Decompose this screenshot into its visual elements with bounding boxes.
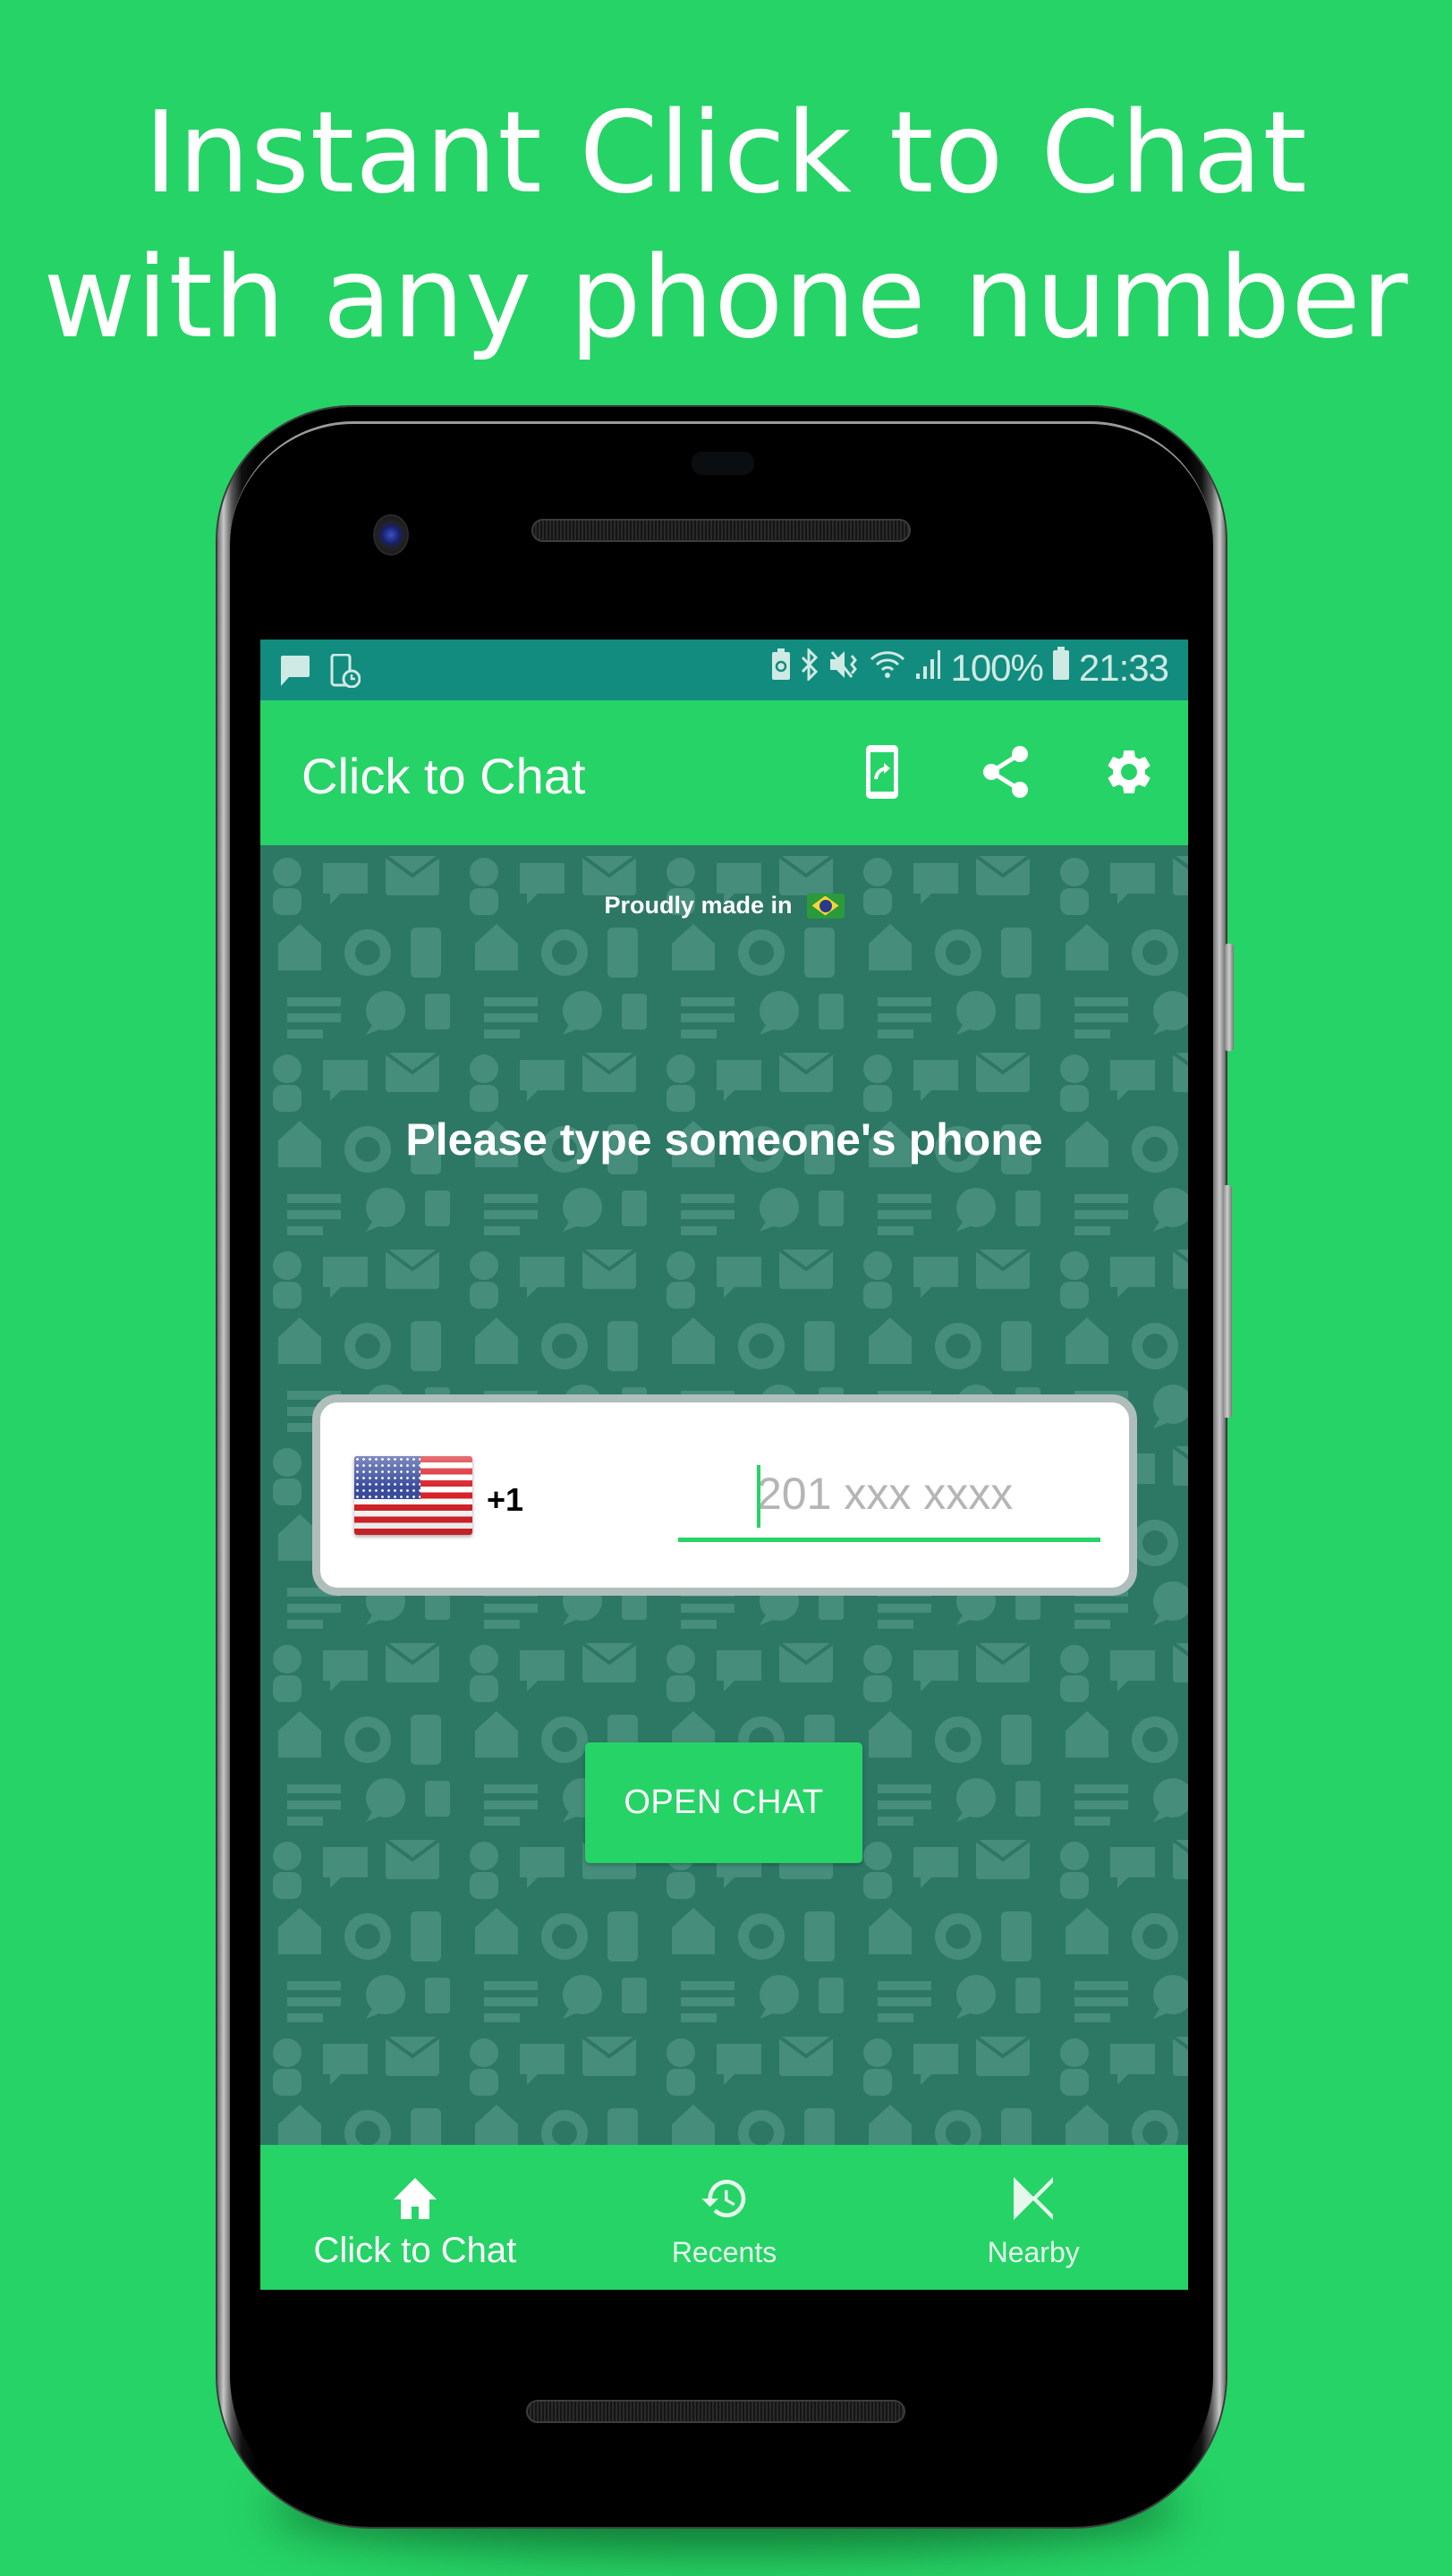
share-icon — [981, 745, 1031, 803]
phone-number-input[interactable] — [678, 1449, 1100, 1542]
headline-line-1: Instant Click to Chat — [144, 87, 1308, 218]
bluetooth-icon — [800, 647, 819, 690]
made-in-banner: Proudly made in — [260, 892, 1188, 919]
open-in-phone-button[interactable] — [853, 743, 911, 805]
history-icon — [698, 2170, 751, 2227]
app-title: Click to Chat — [301, 748, 586, 804]
main-content: Proudly made in Please type someone's ph… — [260, 845, 1188, 2145]
signal-icon — [914, 647, 941, 690]
nav-item-recents[interactable]: Recents — [570, 2145, 879, 2290]
front-camera — [373, 514, 409, 555]
open-chat-button[interactable]: OPEN CHAT — [585, 1742, 862, 1863]
home-icon — [390, 2170, 440, 2227]
nav-label: Recents — [671, 2236, 777, 2268]
nav-item-click-to-chat[interactable]: Click to Chat — [260, 2145, 570, 2290]
app-bar: Click to Chat — [260, 700, 1188, 845]
message-icon — [278, 654, 310, 692]
nav-label: Click to Chat — [313, 2231, 517, 2270]
bottom-speaker — [526, 2400, 905, 2423]
battery-icon — [1052, 647, 1070, 690]
country-selector[interactable] — [354, 1456, 472, 1535]
mute-vibrate-icon — [828, 647, 861, 690]
power-button — [1225, 944, 1234, 1051]
phone-screen: 100% 21:33 Click to Chat Proudly made in… — [260, 640, 1188, 2290]
nearby-icon — [1010, 2170, 1057, 2227]
phone-entry-card: +1 — [312, 1394, 1137, 1596]
text-cursor — [757, 1465, 760, 1528]
phone-forward-icon — [864, 743, 900, 805]
earpiece-speaker — [531, 519, 911, 542]
wifi-icon — [870, 647, 905, 690]
share-button[interactable] — [977, 745, 1034, 802]
phone-prompt: Please type someone's phone — [405, 1114, 1043, 1165]
status-bar: 100% 21:33 — [260, 640, 1188, 700]
proximity-sensor — [692, 452, 754, 475]
made-in-label: Proudly made in — [604, 892, 793, 919]
promo-headline: Instant Click to Chat with any phone num… — [0, 80, 1452, 370]
battery-percent: 100% — [950, 647, 1043, 689]
bottom-navigation: Click to Chat Recents Nearby — [260, 2145, 1188, 2290]
dial-code[interactable]: +1 — [487, 1481, 523, 1519]
battery-saver-icon — [771, 647, 791, 690]
volume-button — [1223, 1185, 1232, 1418]
nav-item-nearby[interactable]: Nearby — [879, 2145, 1188, 2290]
status-time: 21:33 — [1078, 647, 1169, 689]
headline-line-2: with any phone number — [43, 232, 1409, 363]
nav-label: Nearby — [987, 2236, 1080, 2268]
brazil-flag-icon — [806, 893, 845, 919]
gear-icon — [1102, 745, 1156, 803]
phone-clock-icon — [330, 653, 361, 692]
settings-button[interactable] — [1100, 745, 1158, 802]
